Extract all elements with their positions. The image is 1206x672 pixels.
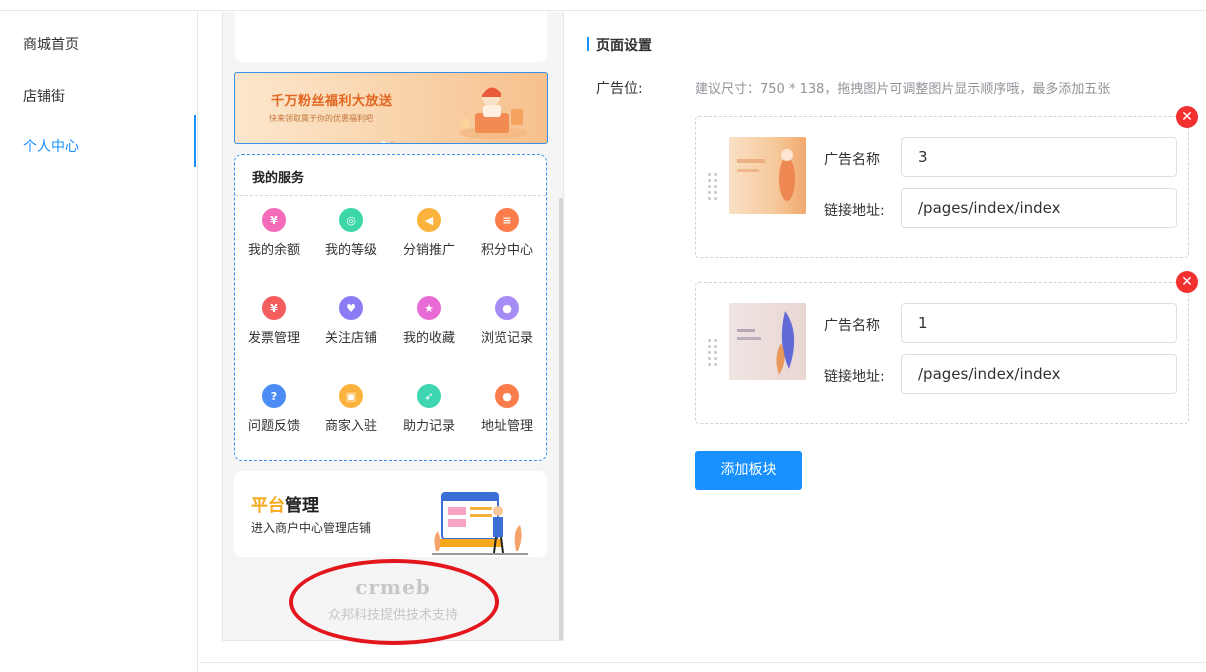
banner-illustration bbox=[459, 87, 527, 139]
ad-name-label: 广告名称 bbox=[824, 152, 880, 168]
ad-slot-hint: 建议尺寸：750 * 138，拖拽图片可调整图片显示顺序哦，最多添加五张 bbox=[695, 82, 1111, 97]
service-label: 浏览记录 bbox=[480, 331, 533, 346]
ad-link-label: 链接地址: bbox=[824, 369, 885, 385]
service-label: 发票管理 bbox=[247, 331, 300, 346]
ad-slot-label: 广告位: bbox=[596, 81, 643, 97]
services-title: 我的服务 bbox=[252, 171, 305, 186]
ad-image-thumbnail[interactable] bbox=[729, 137, 806, 214]
platform-title: 平台管理 bbox=[251, 491, 319, 516]
service-item[interactable]: ? 问题反馈 bbox=[239, 384, 309, 434]
service-label: 分销推广 bbox=[402, 243, 455, 258]
ad-name-input[interactable]: 1 bbox=[901, 303, 1177, 343]
service-label: 问题反馈 bbox=[247, 419, 300, 434]
drag-handle-icon[interactable] bbox=[708, 339, 720, 369]
service-item[interactable]: ● 浏览记录 bbox=[472, 296, 542, 346]
banner-subtitle: 快来领取属于你的优惠福利吧 bbox=[269, 114, 373, 123]
services-divider bbox=[235, 195, 546, 196]
service-label: 商家入驻 bbox=[324, 419, 377, 434]
drag-handle-icon[interactable] bbox=[708, 173, 720, 203]
ad-link-label: 链接地址: bbox=[824, 203, 885, 219]
settings-title-marker bbox=[587, 37, 589, 51]
nav-item-personal-center[interactable]: 个人中心 bbox=[23, 136, 79, 156]
delete-ad-icon[interactable]: ✕ bbox=[1176, 271, 1198, 293]
coins-icon: ≡ bbox=[495, 208, 519, 232]
ad-image-preview bbox=[729, 137, 806, 214]
yuan-icon: ¥ bbox=[262, 208, 286, 232]
service-label: 我的等级 bbox=[324, 243, 377, 258]
shop-icon: ▣ bbox=[339, 384, 363, 408]
footprint-icon: ● bbox=[495, 296, 519, 320]
service-item[interactable]: ♥ 关注店铺 bbox=[316, 296, 386, 346]
location-icon: ● bbox=[495, 384, 519, 408]
ad-name-label: 广告名称 bbox=[824, 318, 880, 334]
ad-link-input[interactable]: /pages/index/index bbox=[901, 188, 1177, 228]
left-nav: 商城首页 店铺街 个人中心 bbox=[0, 11, 198, 672]
service-item[interactable]: ≡ 积分中心 bbox=[472, 208, 542, 258]
preview-scrollbar[interactable] bbox=[559, 198, 563, 640]
service-item[interactable]: ➶ 助力记录 bbox=[394, 384, 464, 434]
service-label: 关注店铺 bbox=[324, 331, 377, 346]
service-label: 我的收藏 bbox=[402, 331, 455, 346]
ad-item-card[interactable]: 广告名称 1 链接地址: /pages/index/index bbox=[695, 282, 1189, 424]
service-item[interactable]: ▣ 商家入驻 bbox=[316, 384, 386, 434]
banner-pagination bbox=[381, 131, 399, 143]
phone-preview: 千万粉丝福利大放送 快来领取属于你的优惠福利吧 我的服务 ¥ 我的余额 ◎ 我的等级 ◀… bbox=[222, 12, 564, 641]
services-card[interactable]: 我的服务 ¥ 我的余额 ◎ 我的等级 ◀ 分销推广 ≡ 积分中心 ¥ 发票管理 ♥ 关注店铺 ★ 我的收藏… bbox=[234, 154, 547, 461]
star-icon: ★ bbox=[417, 296, 441, 320]
platform-card[interactable]: 平台管理 进入商户中心管理店铺 bbox=[234, 471, 547, 557]
service-label: 地址管理 bbox=[480, 419, 533, 434]
megaphone-icon: ◀ bbox=[417, 208, 441, 232]
ad-image-thumbnail[interactable] bbox=[729, 303, 806, 380]
ad-name-input[interactable]: 3 bbox=[901, 137, 1177, 177]
ad-link-input[interactable]: /pages/index/index bbox=[901, 354, 1177, 394]
platform-title-highlight: 平台 bbox=[251, 496, 285, 516]
pagination-dot bbox=[381, 141, 386, 143]
pagination-dot bbox=[390, 141, 395, 143]
settings-title: 页面设置 bbox=[596, 38, 652, 54]
heart-icon: ♥ bbox=[339, 296, 363, 320]
nav-active-indicator bbox=[194, 115, 196, 167]
invoice-icon: ¥ bbox=[262, 296, 286, 320]
preview-banner[interactable]: 千万粉丝福利大放送 快来领取属于你的优惠福利吧 bbox=[234, 72, 548, 144]
question-icon: ? bbox=[262, 384, 286, 408]
service-label: 积分中心 bbox=[480, 243, 533, 258]
medal-icon: ◎ bbox=[339, 208, 363, 232]
service-item[interactable]: ◎ 我的等级 bbox=[316, 208, 386, 258]
service-label: 我的余额 bbox=[247, 243, 300, 258]
bottom-divider bbox=[200, 662, 1206, 663]
service-item[interactable]: ★ 我的收藏 bbox=[394, 296, 464, 346]
nav-item-home[interactable]: 商城首页 bbox=[23, 34, 79, 54]
service-label: 助力记录 bbox=[402, 419, 455, 434]
preview-top-card[interactable] bbox=[235, 12, 547, 62]
service-item[interactable]: ● 地址管理 bbox=[472, 384, 542, 434]
delete-ad-icon[interactable]: ✕ bbox=[1176, 106, 1198, 128]
banner-title: 千万粉丝福利大放送 bbox=[271, 94, 393, 109]
platform-subtitle: 进入商户中心管理店铺 bbox=[251, 521, 372, 535]
platform-illustration bbox=[432, 492, 528, 555]
add-block-button[interactable]: 添加板块 bbox=[695, 451, 802, 490]
ad-item-card[interactable]: 广告名称 3 链接地址: /pages/index/index bbox=[695, 116, 1189, 258]
platform-title-rest: 管理 bbox=[285, 496, 319, 516]
red-annotation-circle bbox=[289, 559, 499, 645]
nav-item-store-street[interactable]: 店铺街 bbox=[23, 86, 65, 106]
rocket-icon: ➶ bbox=[417, 384, 441, 408]
service-item[interactable]: ¥ 发票管理 bbox=[239, 296, 309, 346]
ad-image-preview bbox=[729, 303, 806, 380]
service-item[interactable]: ¥ 我的余额 bbox=[239, 208, 309, 258]
service-item[interactable]: ◀ 分销推广 bbox=[394, 208, 464, 258]
